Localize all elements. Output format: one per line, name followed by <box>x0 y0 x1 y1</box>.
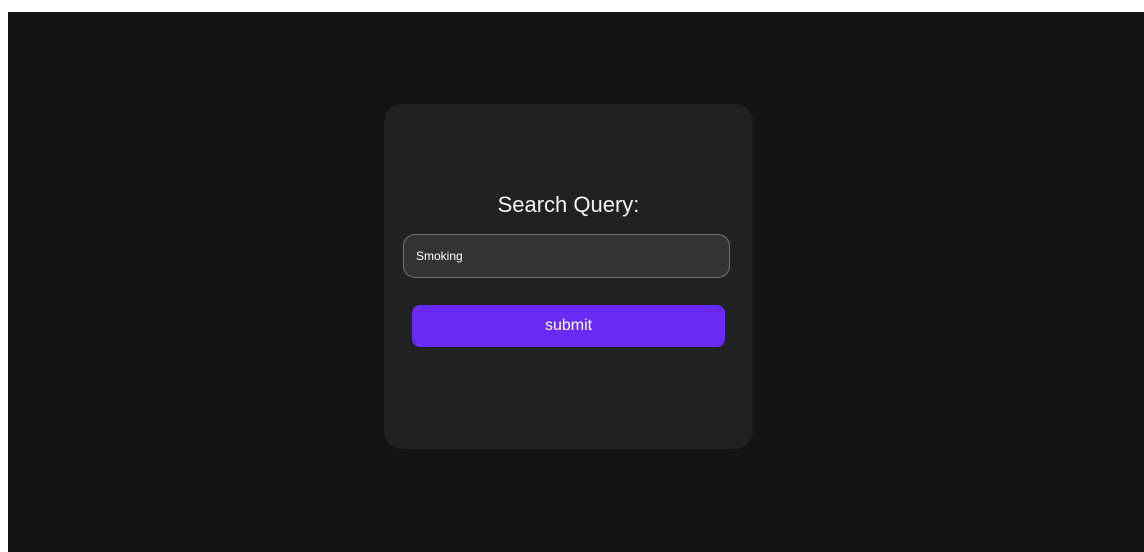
submit-button[interactable]: submit <box>412 305 725 347</box>
search-input[interactable] <box>403 234 730 278</box>
search-title: Search Query: <box>497 192 640 217</box>
page-viewport: Search Query: submit <box>8 12 1144 552</box>
search-card: Search Query: submit <box>384 104 753 449</box>
